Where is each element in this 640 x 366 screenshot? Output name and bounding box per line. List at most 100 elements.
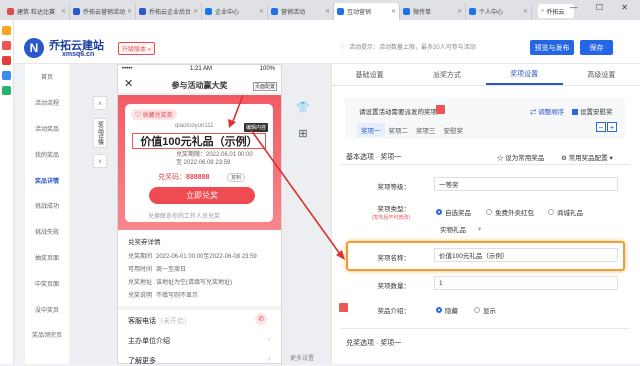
browser-tab[interactable]: 营销活动 ✕ <box>268 3 334 20</box>
settings-tabs: 基础设置 派奖方式 奖项设置 高级设置 <box>331 64 640 86</box>
browser-tab-active[interactable]: 互动营销 ✕ <box>334 3 400 20</box>
upgrade-badge[interactable]: 升级版本 » <box>118 42 156 55</box>
sidebar-item[interactable]: 挑战成功 <box>25 193 69 219</box>
close-icon[interactable]: ✕ <box>325 8 330 15</box>
sidebar-item[interactable]: 首页 <box>25 64 69 90</box>
radio-mall-gift[interactable]: 商城礼品 <box>548 207 583 217</box>
sidebar-item[interactable]: 我的奖品 <box>25 141 69 167</box>
sidebar-item[interactable]: 活动奖品 <box>25 116 69 142</box>
remove-level-button[interactable]: − <box>596 122 606 132</box>
sidebar-item[interactable]: 奖品领完页 <box>25 322 69 348</box>
set-common-prize-link[interactable]: ☆ 设为常用奖品 <box>497 152 544 162</box>
prize-level-tab[interactable]: 奖项三 <box>412 123 440 137</box>
prize-level-tabs: 奖项一 奖项二 奖项三 安慰奖 <box>357 123 467 137</box>
prize-level-tab[interactable]: 奖项二 <box>385 123 413 137</box>
prize-level-input[interactable]: 一等奖 <box>434 177 618 191</box>
preview-publish-button[interactable]: 预览与发布 <box>530 40 574 55</box>
divider <box>340 328 630 329</box>
account-name: qiaotuoyun111 <box>175 123 214 129</box>
sidebar-item[interactable]: 挑战失败 <box>25 219 69 245</box>
prize-quantity-input[interactable]: 1 <box>434 276 618 290</box>
more-settings-label[interactable]: 更多设置 <box>290 353 314 362</box>
sidebar-item[interactable]: 没中奖页 <box>25 296 69 322</box>
redeem-help-text: 兑换联系你的工作人员兑奖 <box>148 214 221 220</box>
phone-status-bar: ••••• 1:21 AM 100% <box>122 66 275 72</box>
close-icon[interactable]: ✕ <box>259 8 264 15</box>
page-up-icon[interactable]: ∧ <box>93 96 107 110</box>
browser-search-box[interactable]: ⌕ 乔拓云 <box>538 4 574 18</box>
sidebar-item-active[interactable]: 奖品详情 <box>25 167 69 193</box>
activity-notice: ⓘ 活动提示：活动数量上限，最多20人可参与活动 <box>340 41 534 52</box>
prize-type-select[interactable]: 实物礼品 ▾ <box>434 222 500 236</box>
tab-advanced-settings[interactable]: 高级设置 <box>563 64 640 85</box>
radio-icon <box>474 307 480 313</box>
browser-tab[interactable]: 乔拓云营销活动 ✕ <box>70 3 136 20</box>
organizer-intro-row[interactable]: 主办单位介绍 › <box>128 336 270 346</box>
game-icon[interactable] <box>2 41 11 50</box>
page-down-icon[interactable]: ∨ <box>93 154 107 168</box>
service-phone: 客服电话（未开启） <box>128 318 191 325</box>
browser-tab[interactable]: 企业中心 ✕ <box>202 3 268 20</box>
radio-icon <box>486 209 492 215</box>
prize-name-input[interactable]: 价值100元礼品（示例） <box>434 248 618 262</box>
tab-distribution[interactable]: 派奖方式 <box>408 64 485 85</box>
collect-voucher[interactable]: ♡ 收藏兑奖券 <box>131 109 177 120</box>
prize-level-tab[interactable]: 奖项一 <box>357 123 385 137</box>
trash-icon[interactable] <box>436 105 445 114</box>
radio-self-select[interactable]: 自选奖品 <box>436 207 471 217</box>
sidebar-item[interactable]: 活动流程 <box>25 90 69 116</box>
browser-tab[interactable]: 微传单 ✕ <box>400 3 466 20</box>
browser-tab[interactable]: 建筑·粒达比赛 ✕ <box>4 3 70 20</box>
radio-checked-icon <box>436 307 442 313</box>
close-icon[interactable]: ✕ <box>127 8 132 15</box>
adjust-order-link[interactable]: ⇄ 调整顺序 <box>530 106 564 116</box>
sidebar-item[interactable]: 抽奖页面 <box>25 245 69 271</box>
close-icon[interactable]: ✕ <box>391 8 396 15</box>
add-level-button[interactable]: + <box>607 122 617 132</box>
divider <box>340 164 630 165</box>
close-icon[interactable]: ✕ <box>457 8 462 15</box>
weibo-icon[interactable] <box>2 56 11 65</box>
chevron-right-icon: › <box>268 336 271 343</box>
tab-favicon-icon <box>337 8 344 15</box>
close-icon[interactable]: ✕ <box>523 8 528 15</box>
tab-prize-settings[interactable]: 奖项设置 <box>485 64 563 85</box>
star-icon[interactable] <box>2 26 11 35</box>
name-label: 奖项名称： <box>377 255 411 262</box>
radio-hide[interactable]: 隐藏 <box>436 305 458 315</box>
app-icon[interactable] <box>2 86 11 95</box>
type-label: 奖项类型： (发布后不可修改) <box>371 206 410 221</box>
sidebar-item[interactable]: 中奖页面 <box>25 270 69 296</box>
page-config-tag[interactable]: 页面配置 <box>252 82 277 91</box>
redeem-now-button[interactable]: 立即兑奖 <box>149 187 255 204</box>
copy-button[interactable]: 复制 <box>227 173 246 182</box>
mail-icon[interactable] <box>2 71 11 80</box>
consolation-prize-checkbox[interactable]: 设置安慰奖 <box>572 106 613 116</box>
edit-content-tag[interactable]: 编辑内容 <box>244 123 269 132</box>
tab-favicon-icon <box>139 8 146 15</box>
phone-call-icon[interactable]: ✆ <box>255 313 267 325</box>
intro-label: 奖品介绍： <box>377 308 411 315</box>
browser-side-strip <box>0 20 14 364</box>
browser-tab[interactable]: 个人中心 ✕ <box>466 3 532 20</box>
current-page-tab[interactable]: 奖品详情 <box>93 118 107 148</box>
window-controls[interactable]: — ☐ ✕ <box>570 3 636 12</box>
radio-show[interactable]: 显示 <box>474 305 496 315</box>
prize-title[interactable]: 价值100元礼品（示例） <box>132 133 266 149</box>
detail-row: 可用时间 周一至周日 <box>128 267 187 273</box>
browser-tab-bar: 建筑·粒达比赛 ✕ 乔拓云营销活动 ✕ 乔拓云企业后台 ✕ 企业中心 ✕ 营销活动 ✕ 互… <box>0 0 640 20</box>
learn-more-row[interactable]: 了解更多 › <box>128 356 270 366</box>
save-button[interactable]: 保存 <box>580 40 613 55</box>
radio-takeout-redpacket[interactable]: 免费外卖红包 <box>486 207 534 217</box>
layout-grid-icon[interactable]: ⊞ <box>296 121 310 147</box>
prize-set-title: 请设置活动需要派发的奖项 <box>359 109 437 116</box>
common-prize-config-dropdown[interactable]: ⚙ 常用奖品配置 ▾ <box>561 152 613 162</box>
browser-tab[interactable]: 乔拓云企业后台 ✕ <box>136 3 202 20</box>
close-icon[interactable]: ✕ <box>61 8 66 15</box>
theme-shirt-icon[interactable]: 👕 <box>296 95 310 121</box>
detail-row: 兑奖说明 不填写则不显示 <box>128 293 199 299</box>
tab-basic-settings[interactable]: 基础设置 <box>331 64 408 85</box>
prize-level-tab[interactable]: 安慰奖 <box>440 123 468 137</box>
close-icon[interactable]: ✕ <box>193 8 198 15</box>
canvas-tools: 👕 ⊞ <box>296 95 310 147</box>
